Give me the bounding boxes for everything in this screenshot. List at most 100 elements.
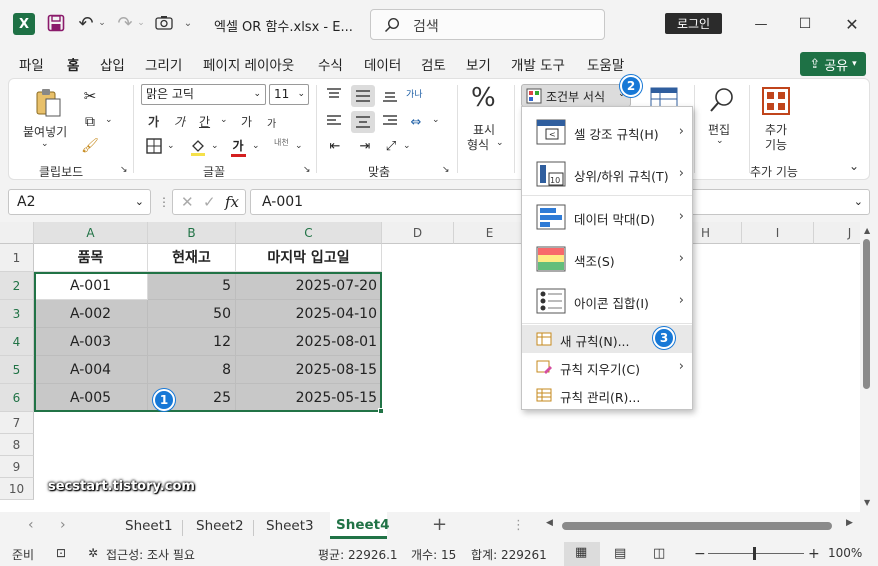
customize-toolbar-icon[interactable]: ⌄ bbox=[182, 15, 194, 31]
scroll-sheets-right-icon[interactable]: › bbox=[60, 517, 66, 533]
accessibility-status[interactable]: 접근성: 조사 필요 bbox=[106, 546, 195, 563]
align-top-icon[interactable] bbox=[325, 87, 345, 105]
tab-home[interactable]: 홈 bbox=[67, 54, 80, 82]
underline-dropdown-icon[interactable]: ⌄ bbox=[220, 115, 228, 125]
border-dropdown-icon[interactable]: ⌄ bbox=[167, 141, 175, 151]
table-cell[interactable]: 12 bbox=[148, 328, 236, 356]
page-layout-view-icon[interactable]: ▤ bbox=[614, 546, 626, 561]
zoom-slider[interactable] bbox=[708, 553, 804, 554]
undo-dropdown-icon[interactable]: ⌄ bbox=[97, 15, 107, 31]
menu-item-icon-sets[interactable]: 아이콘 집합(I) › bbox=[522, 281, 692, 321]
tab-page-layout[interactable]: 페이지 레이아웃 bbox=[203, 54, 294, 74]
table-cell[interactable]: 2025-04-10 bbox=[236, 300, 382, 328]
copy-icon[interactable]: ⧉ bbox=[81, 113, 99, 131]
macro-record-icon[interactable]: ⊡ bbox=[56, 546, 66, 560]
phonetic-button[interactable]: 내천 bbox=[274, 137, 289, 148]
confirm-entry-icon[interactable]: ✓ bbox=[203, 193, 216, 211]
table-header-cell[interactable]: 품목 bbox=[34, 244, 148, 272]
name-box[interactable]: A2 ⌄ bbox=[8, 189, 151, 215]
tab-developer[interactable]: 개발 도구 bbox=[511, 54, 565, 74]
scroll-right-icon[interactable]: ▶ bbox=[846, 518, 853, 528]
tab-insert[interactable]: 삽입 bbox=[100, 54, 125, 74]
add-sheet-button[interactable]: + bbox=[432, 514, 447, 535]
tab-view[interactable]: 보기 bbox=[466, 54, 491, 74]
close-button[interactable]: ✕ bbox=[840, 12, 864, 36]
underline-button[interactable]: 간 bbox=[199, 113, 210, 130]
table-cell[interactable]: 2025-08-15 bbox=[236, 356, 382, 384]
column-header-b[interactable]: B bbox=[148, 222, 236, 244]
wrap-text-icon[interactable]: 가나 bbox=[406, 87, 423, 100]
align-right-icon[interactable] bbox=[381, 113, 401, 131]
table-cell[interactable]: 2025-07-20 bbox=[236, 272, 382, 300]
table-cell[interactable]: 50 bbox=[148, 300, 236, 328]
row-header-7[interactable]: 7 bbox=[0, 412, 34, 434]
page-break-view-icon[interactable]: ◫ bbox=[653, 546, 665, 561]
fill-dropdown-icon[interactable]: ⌄ bbox=[211, 141, 219, 151]
percent-icon[interactable]: % bbox=[471, 83, 496, 113]
table-cell[interactable]: 8 bbox=[148, 356, 236, 384]
scroll-down-icon[interactable]: ▼ bbox=[864, 498, 870, 507]
save-icon[interactable] bbox=[46, 13, 66, 33]
redo-icon[interactable]: ↷ bbox=[115, 13, 135, 34]
menu-item-highlight-rules[interactable]: < 셀 강조 규칙(H) › bbox=[522, 112, 692, 152]
row-header-8[interactable]: 8 bbox=[0, 434, 34, 456]
normal-view-button[interactable]: ▦ bbox=[564, 542, 600, 566]
table-cell[interactable]: A-002 bbox=[34, 300, 148, 328]
border-icon[interactable] bbox=[145, 137, 163, 155]
row-header-6[interactable]: 6 bbox=[0, 384, 34, 412]
paste-icon[interactable] bbox=[33, 87, 63, 119]
row-header-3[interactable]: 3 bbox=[0, 300, 34, 328]
login-button[interactable]: 로그인 bbox=[665, 13, 722, 34]
font-color-icon[interactable]: 가 bbox=[229, 137, 247, 157]
align-center-icon[interactable] bbox=[351, 111, 375, 133]
zoom-in-button[interactable]: + bbox=[808, 546, 820, 562]
paste-dropdown-icon[interactable]: ⌄ bbox=[41, 139, 49, 149]
number-dropdown-icon[interactable]: ⌄ bbox=[496, 138, 504, 148]
paste-label[interactable]: 붙여넣기 bbox=[23, 123, 67, 140]
copy-dropdown-icon[interactable]: ⌄ bbox=[105, 115, 113, 125]
cancel-entry-icon[interactable]: ✕ bbox=[181, 193, 194, 211]
add-ins-icon[interactable] bbox=[762, 87, 792, 117]
zoom-out-button[interactable]: − bbox=[694, 546, 706, 562]
font-color-dropdown-icon[interactable]: ⌄ bbox=[252, 141, 260, 151]
column-header-a[interactable]: A bbox=[34, 222, 148, 244]
row-header-2[interactable]: 2 bbox=[0, 272, 34, 300]
table-header-cell[interactable]: 마지막 입고일 bbox=[236, 244, 382, 272]
number-format-label-2[interactable]: 형식 bbox=[467, 136, 489, 153]
scroll-left-icon[interactable]: ◀ bbox=[546, 518, 553, 528]
tab-draw[interactable]: 그리기 bbox=[145, 54, 182, 74]
tab-formulas[interactable]: 수식 bbox=[318, 54, 343, 74]
phonetic-dropdown-icon[interactable]: ⌄ bbox=[295, 141, 303, 151]
maximize-button[interactable]: ☐ bbox=[793, 12, 817, 36]
align-bottom-icon[interactable] bbox=[381, 87, 401, 105]
merge-center-icon[interactable]: ⇔ bbox=[406, 113, 426, 131]
fill-color-icon[interactable] bbox=[189, 137, 207, 157]
font-size-select[interactable]: 11 ⌄ bbox=[269, 84, 309, 105]
shrink-font-button[interactable]: 가 bbox=[267, 115, 276, 130]
vertical-scroll-thumb[interactable] bbox=[863, 239, 870, 389]
tab-file[interactable]: 파일 bbox=[19, 54, 44, 74]
table-cell[interactable]: 5 bbox=[148, 272, 236, 300]
table-cell[interactable]: 2025-05-15 bbox=[236, 384, 382, 412]
alignment-launcher-icon[interactable]: ↘ bbox=[442, 165, 450, 175]
undo-icon[interactable]: ↶ bbox=[76, 13, 96, 34]
ribbon-collapse-icon[interactable]: ⌄ bbox=[849, 159, 859, 173]
table-cell[interactable]: A-005 bbox=[34, 384, 148, 412]
row-header-4[interactable]: 4 bbox=[0, 328, 34, 356]
conditional-formatting-button[interactable]: 조건부 서식 ⌄ bbox=[521, 84, 631, 107]
increase-indent-icon[interactable]: ⇥ bbox=[355, 137, 375, 155]
sheet-tab-1[interactable]: Sheet1 bbox=[125, 518, 173, 534]
orientation-dropdown-icon[interactable]: ⌄ bbox=[403, 141, 411, 151]
scroll-up-icon[interactable]: ▲ bbox=[864, 226, 870, 235]
column-header-c[interactable]: C bbox=[236, 222, 382, 244]
column-header-e[interactable]: E bbox=[454, 222, 526, 244]
column-header-j[interactable]: J bbox=[814, 222, 860, 244]
sheet-tab-active[interactable]: Sheet4 bbox=[330, 512, 390, 539]
insert-function-icon[interactable]: fx bbox=[225, 193, 239, 211]
decrease-indent-icon[interactable]: ⇤ bbox=[325, 137, 345, 155]
worksheet-grid[interactable]: A B C D E F G H I J 1 2 3 4 5 6 7 8 9 10… bbox=[0, 222, 860, 512]
table-header-cell[interactable]: 현재고 bbox=[148, 244, 236, 272]
table-cell[interactable]: 2025-08-01 bbox=[236, 328, 382, 356]
zoom-level[interactable]: 100% bbox=[828, 546, 862, 560]
find-icon[interactable] bbox=[707, 85, 737, 115]
